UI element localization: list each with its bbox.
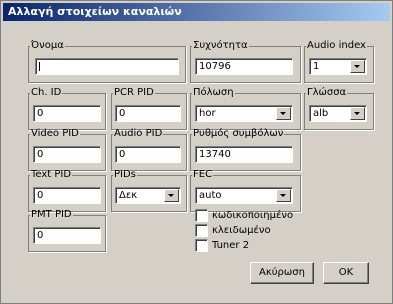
audio-pid-label: Audio PID (114, 128, 163, 139)
name-label: Όνομα (31, 40, 64, 51)
frequency-value: 10796 (199, 61, 231, 72)
tuner2-checkbox[interactable] (195, 239, 208, 252)
audio-index-value: 1 (313, 61, 320, 72)
video-pid-value: 0 (37, 149, 44, 160)
chevron-down-icon[interactable] (164, 189, 179, 202)
title-bar[interactable]: Αλλαγή στοιχείων καναλιών (3, 3, 390, 21)
pmt-pid-input[interactable]: 0 (33, 227, 101, 244)
pcr-pid-value: 0 (119, 108, 126, 119)
window-title: Αλλαγή στοιχείων καναλιών (8, 5, 182, 18)
polarization-label: Πόλωση (193, 87, 234, 98)
locked-checkbox[interactable] (195, 224, 208, 237)
ch-id-value: 0 (37, 108, 44, 119)
locked-label: κλειδωμένο (212, 225, 271, 236)
pcr-pid-input[interactable]: 0 (115, 105, 181, 122)
tuner2-label: Tuner 2 (212, 240, 250, 251)
audio-index-select[interactable]: 1 (309, 58, 367, 75)
video-pid-input[interactable]: 0 (33, 146, 101, 163)
dialog-window: Αλλαγή στοιχείων καναλιών Όνομα Συχνότητ… (0, 0, 393, 304)
audio-pid-value: 0 (119, 149, 126, 160)
pmt-pid-label: PMT PID (31, 209, 72, 220)
video-pid-label: Video PID (31, 128, 79, 139)
ch-id-input[interactable]: 0 (33, 105, 101, 122)
pmt-pid-value: 0 (37, 230, 44, 241)
frequency-label: Συχνότητα (193, 40, 248, 51)
language-value: alb (313, 108, 329, 119)
chevron-down-icon[interactable] (276, 189, 291, 202)
text-cursor (39, 62, 40, 71)
language-label: Γλώσσα (307, 87, 347, 98)
fec-label: FEC (193, 169, 213, 180)
chevron-down-icon[interactable] (350, 60, 365, 73)
name-input[interactable] (35, 58, 179, 75)
audio-pid-input[interactable]: 0 (115, 146, 181, 163)
text-pid-input[interactable]: 0 (33, 187, 101, 204)
fec-select[interactable]: auto (195, 187, 293, 204)
chevron-down-icon[interactable] (276, 107, 291, 120)
encrypted-checkbox[interactable] (195, 209, 208, 222)
symbol-rate-value: 13740 (199, 149, 231, 160)
tuner2-checkbox-row[interactable]: Tuner 2 (195, 239, 315, 252)
pcr-pid-label: PCR PID (114, 87, 154, 98)
locked-checkbox-row[interactable]: κλειδωμένο (195, 224, 315, 237)
cancel-button[interactable]: Ακύρωση (250, 262, 314, 284)
polarization-value: hor (199, 108, 216, 119)
polarization-select[interactable]: hor (195, 105, 293, 122)
fec-value: auto (199, 190, 222, 201)
encrypted-checkbox-row[interactable]: κωδικοποιημένο (195, 209, 315, 222)
pids-select[interactable]: Δεκ (115, 187, 181, 204)
ok-button[interactable]: OK (323, 262, 369, 284)
pids-label: PIDs (114, 169, 136, 180)
symbol-rate-input[interactable]: 13740 (195, 146, 293, 163)
text-pid-label: Text PID (31, 169, 72, 180)
pids-value: Δεκ (119, 190, 138, 201)
chevron-down-icon[interactable] (350, 107, 365, 120)
encrypted-label: κωδικοποιημένο (212, 210, 294, 221)
text-pid-value: 0 (37, 190, 44, 201)
ch-id-label: Ch. ID (31, 87, 62, 98)
symbol-rate-label: Ρυθμός συμβόλων (193, 128, 284, 139)
language-select[interactable]: alb (309, 105, 367, 122)
frequency-input[interactable]: 10796 (195, 58, 293, 75)
audio-index-label: Audio index (307, 40, 366, 51)
